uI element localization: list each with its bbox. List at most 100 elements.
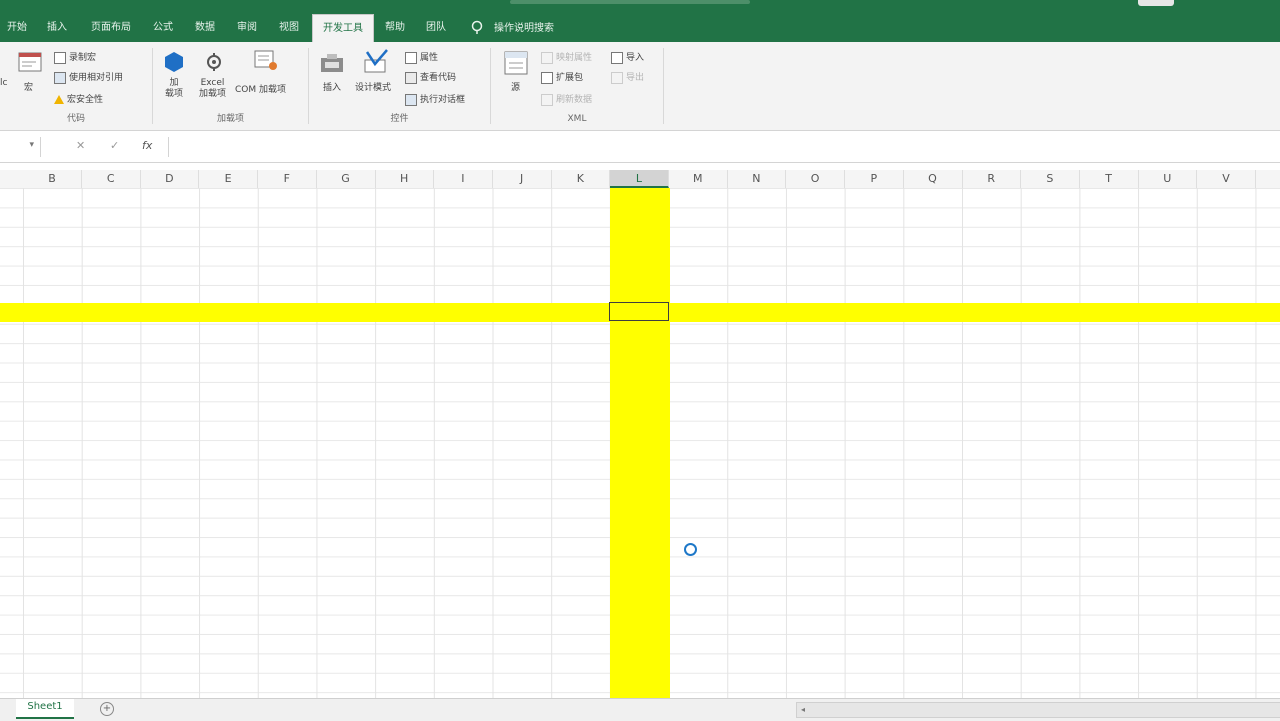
design-mode-icon <box>364 49 388 73</box>
group-xml: 源 映射属性 扩展包 刷新数据 导入 导出 XML <box>491 42 663 128</box>
column-header-p[interactable]: P <box>845 170 904 188</box>
group-label-controls: 控件 <box>390 114 409 124</box>
group-label-xml: XML <box>567 114 587 124</box>
run-dialog-button[interactable]: 执行对话框 <box>405 92 465 106</box>
window-title <box>510 0 750 4</box>
column-header-c[interactable]: C <box>82 170 141 188</box>
relative-references-icon <box>54 71 66 84</box>
insert-control-icon <box>321 54 343 72</box>
cancel-formula-button[interactable]: ✕ <box>76 139 85 152</box>
column-headers: BCDEFGHIJKLMNOPQRSTUV <box>0 170 1280 189</box>
column-header-k[interactable]: K <box>551 170 611 188</box>
com-addins-button[interactable]: COM 加载项 <box>235 82 286 95</box>
macros-icon <box>18 52 42 72</box>
run-dialog-icon <box>405 93 417 106</box>
column-header-q[interactable]: Q <box>904 170 963 188</box>
tab-formulas[interactable]: 公式 <box>146 16 180 42</box>
addins-button[interactable]: 加 载项 <box>165 78 183 100</box>
refresh-icon <box>541 93 553 106</box>
column-header-e[interactable]: E <box>199 170 259 188</box>
xml-source-icon <box>504 51 528 75</box>
lightbulb-icon <box>471 20 483 34</box>
insert-function-button[interactable]: fx <box>142 139 152 152</box>
expansion-packs-button[interactable]: 扩展包 <box>541 70 583 84</box>
formula-input[interactable] <box>168 137 1279 157</box>
column-header-o[interactable]: O <box>786 170 846 188</box>
relative-references-button[interactable]: 使用相对引用 <box>54 70 123 84</box>
add-sheet-button[interactable]: + <box>100 702 114 716</box>
scroll-left-icon[interactable]: ◂ <box>801 703 805 717</box>
xml-import-button[interactable]: 导入 <box>611 50 644 64</box>
column-header-n[interactable]: N <box>727 170 787 188</box>
ribbon-divider <box>663 48 664 124</box>
sheet-tab-bar: Sheet1 + ◂ <box>0 698 1280 721</box>
mouse-cursor-icon <box>684 543 697 556</box>
group-label-code: 代码 <box>66 114 85 124</box>
chevron-down-icon[interactable]: ▾ <box>29 140 34 150</box>
com-addins-icon <box>254 50 277 70</box>
xml-export-button[interactable]: 导出 <box>611 70 644 84</box>
column-header-l[interactable]: L <box>610 170 669 188</box>
tab-help[interactable]: 帮助 <box>380 16 410 42</box>
column-header-j[interactable]: J <box>493 170 552 188</box>
name-box[interactable]: ▾ <box>0 137 41 157</box>
export-icon <box>611 71 623 84</box>
tab-data[interactable]: 数据 <box>188 16 222 42</box>
column-header-m[interactable]: M <box>669 170 728 188</box>
highlighted-column <box>610 188 670 698</box>
insert-control-button[interactable]: 插入 <box>323 80 341 93</box>
properties-button[interactable]: 属性 <box>405 50 438 64</box>
column-header-t[interactable]: T <box>1080 170 1139 188</box>
record-macro-icon <box>54 51 66 64</box>
addins-icon <box>165 52 183 72</box>
column-header-h[interactable]: H <box>375 170 435 188</box>
design-mode-button[interactable]: 设计模式 <box>355 80 391 93</box>
view-code-icon <box>405 71 417 84</box>
tab-view[interactable]: 视图 <box>272 16 306 42</box>
tab-page-layout[interactable]: 页面布局 <box>84 16 138 42</box>
refresh-data-button[interactable]: 刷新数据 <box>541 92 592 106</box>
excel-addins-icon <box>207 53 221 71</box>
ribbon: lc 宏 录制宏 使用相对引用 宏安全性 代码 加 载项 Excel 加载项 C… <box>0 42 1280 131</box>
expansion-packs-icon <box>541 71 553 84</box>
column-header-v[interactable]: V <box>1197 170 1256 188</box>
visual-basic-button[interactable]: lc <box>0 78 7 88</box>
horizontal-scrollbar[interactable]: ◂ <box>796 702 1280 718</box>
column-header-i[interactable]: I <box>434 170 493 188</box>
map-properties-icon <box>541 51 553 64</box>
tab-home[interactable]: 开始 <box>2 16 32 42</box>
tab-developer[interactable]: 开发工具 <box>312 14 374 43</box>
macros-button[interactable]: 宏 <box>24 80 33 93</box>
column-header-r[interactable]: R <box>962 170 1022 188</box>
ribbon-tab-bar: 开始 插入 页面布局 公式 数据 审阅 视图 开发工具 帮助 团队 操作说明搜索 <box>0 0 1280 43</box>
import-icon <box>611 51 623 64</box>
account-button[interactable] <box>1138 0 1174 6</box>
map-properties-button[interactable]: 映射属性 <box>541 50 592 64</box>
group-controls: 插入 设计模式 属性 查看代码 执行对话框 控件 <box>309 42 490 128</box>
column-header-b[interactable]: B <box>23 170 82 188</box>
properties-icon <box>405 51 417 64</box>
tell-me-search[interactable]: 操作说明搜索 <box>494 16 554 42</box>
excel-addins-button[interactable]: Excel 加载项 <box>199 78 226 100</box>
tab-review[interactable]: 审阅 <box>230 16 264 42</box>
column-header-s[interactable]: S <box>1021 170 1080 188</box>
record-macro-button[interactable]: 录制宏 <box>54 50 96 64</box>
view-code-button[interactable]: 查看代码 <box>405 70 456 84</box>
sheet-tab[interactable]: Sheet1 <box>16 699 74 719</box>
group-code: lc 宏 录制宏 使用相对引用 宏安全性 代码 <box>0 42 152 128</box>
xml-source-button[interactable]: 源 <box>511 80 520 93</box>
group-addins: 加 载项 Excel 加载项 COM 加载项 加载项 <box>153 42 308 128</box>
active-cell[interactable] <box>609 302 669 321</box>
macro-security-button[interactable]: 宏安全性 <box>54 92 103 105</box>
tab-insert[interactable]: 插入 <box>40 16 74 42</box>
formula-bar: ▾ ✕ ✓ fx <box>0 132 1280 163</box>
column-header-d[interactable]: D <box>140 170 200 188</box>
column-header-f[interactable]: F <box>258 170 317 188</box>
formula-buttons: ✕ ✓ fx <box>66 137 166 157</box>
column-header-u[interactable]: U <box>1138 170 1198 188</box>
column-header-g[interactable]: G <box>317 170 376 188</box>
warning-icon <box>54 95 64 104</box>
group-label-addins: 加载项 <box>216 114 244 124</box>
tab-team[interactable]: 团队 <box>420 16 452 42</box>
enter-formula-button[interactable]: ✓ <box>110 139 119 152</box>
